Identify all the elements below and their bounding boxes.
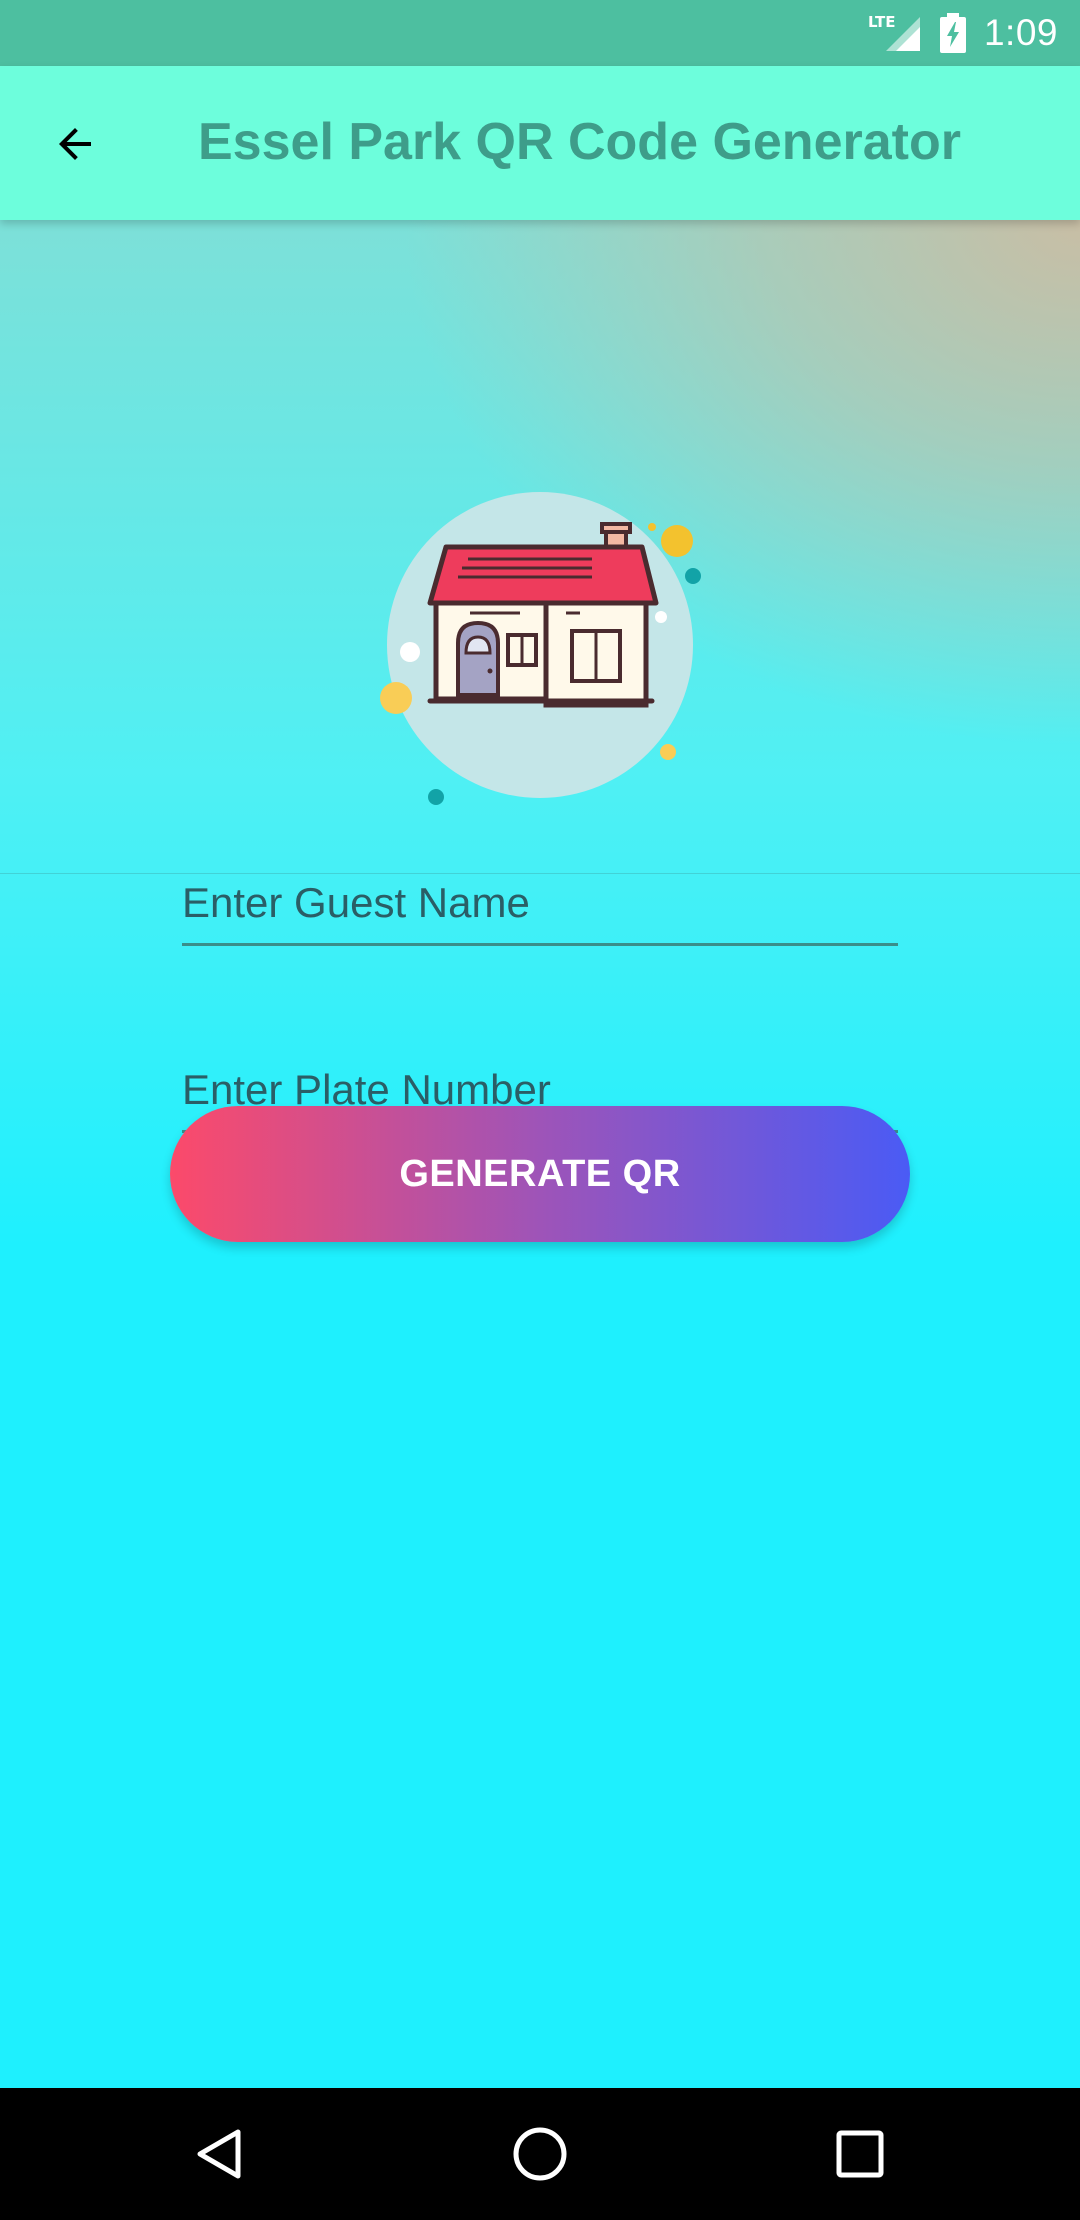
page-title: Essel Park QR Code Generator <box>198 113 961 171</box>
status-icons: LTE 1:09 <box>868 0 1058 66</box>
guest-name-field[interactable] <box>182 836 898 946</box>
battery-charging-icon <box>939 13 966 53</box>
back-button[interactable] <box>40 109 110 179</box>
guest-name-input[interactable] <box>182 879 898 927</box>
circle-home-icon <box>513 2127 567 2181</box>
status-time: 1:09 <box>983 12 1058 53</box>
arrow-back-icon <box>59 128 91 160</box>
house-icon <box>380 492 701 805</box>
app-bar: Essel Park QR Code Generator <box>0 66 1080 220</box>
signal-icon: LTE <box>868 13 922 53</box>
nav-recents-button[interactable] <box>820 2114 900 2194</box>
navigation-bar <box>0 2088 1080 2220</box>
triangle-back-icon <box>197 2129 241 2179</box>
header-image <box>0 220 1080 874</box>
nav-back-button[interactable] <box>180 2114 260 2194</box>
status-bar: LTE 1:09 <box>0 0 1080 66</box>
square-recents-icon <box>836 2130 884 2178</box>
nav-home-button[interactable] <box>500 2114 580 2194</box>
generate-qr-button[interactable]: GENERATE QR <box>170 1106 910 1242</box>
